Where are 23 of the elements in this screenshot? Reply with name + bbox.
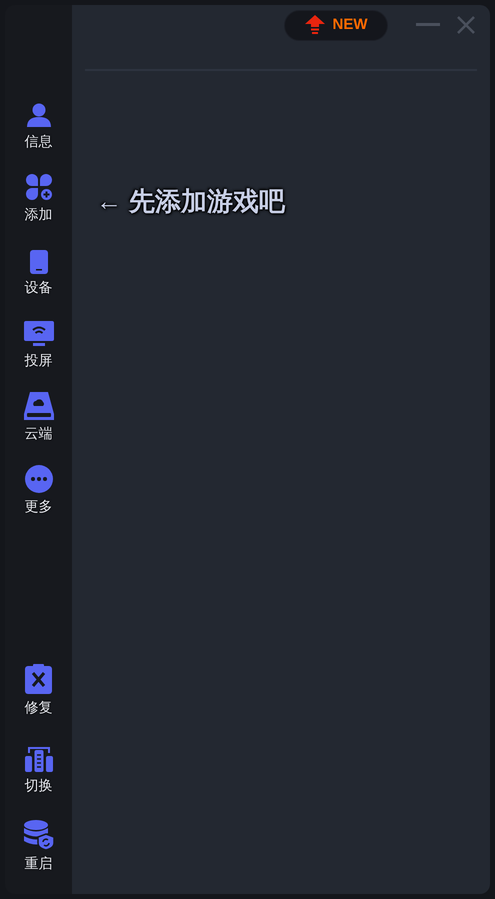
add-game-hint: ← 先添加游戏吧 [96,185,286,218]
close-icon[interactable] [457,16,475,34]
user-icon [26,102,52,128]
sidebar-item[interactable]: 更多 [14,463,64,515]
new-version-button[interactable]: NEW [284,10,388,40]
repair-tools-icon [25,664,52,694]
phone-icon [30,250,48,274]
sidebar-item[interactable]: 切换 [14,742,64,794]
sidebar-item[interactable]: 信息 [14,98,64,150]
more-icon [24,465,52,493]
switch-columns-icon [24,746,52,772]
upgrade-arrow-icon [304,15,324,35]
sidebar-item[interactable]: 重启 [14,820,64,872]
sidebar-item[interactable]: 设备 [14,244,64,296]
monitor-wifi-icon [24,321,54,347]
sidebar-item[interactable]: 投屏 [14,317,64,369]
sidebar-item[interactable]: 添加 [14,171,64,223]
database-shield-icon [24,820,54,850]
add-apps-icon [24,173,52,201]
minimize-icon[interactable] [416,23,440,27]
cloud-drive-icon [24,392,54,420]
sidebar-item[interactable]: 修复 [14,664,64,716]
sidebar-item[interactable]: 云端 [14,390,64,442]
